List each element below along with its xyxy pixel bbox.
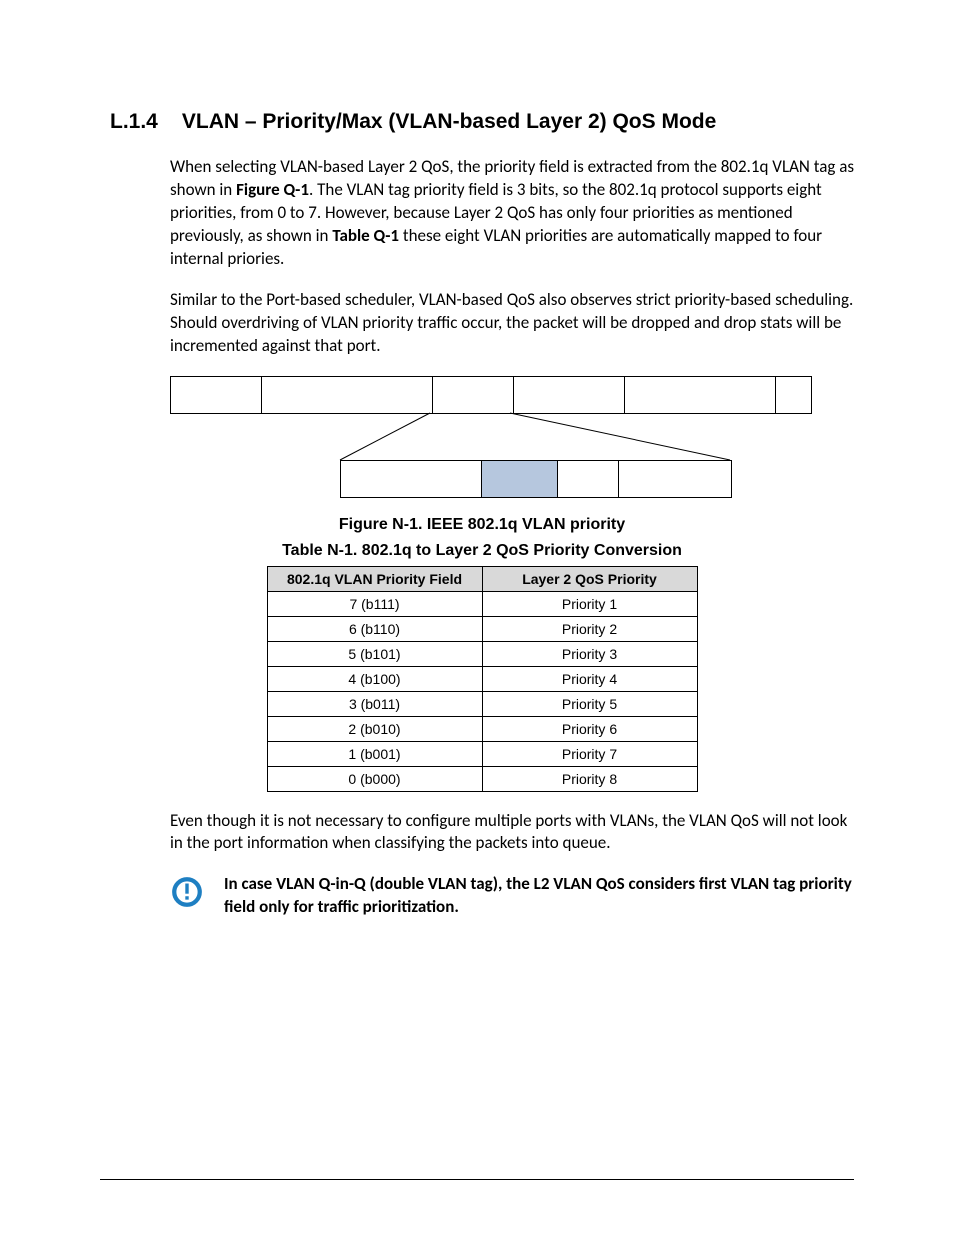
footer-divider — [100, 1179, 854, 1180]
table-row: 4 (b100)Priority 4 — [267, 666, 697, 691]
table-cell: Priority 7 — [482, 741, 697, 766]
note-text: In case VLAN Q-in-Q (double VLAN tag), t… — [224, 873, 854, 919]
table-header-cell: Layer 2 QoS Priority — [482, 566, 697, 591]
table-row: 2 (b010)Priority 6 — [267, 716, 697, 741]
figure-top-row — [170, 376, 812, 414]
table-cell: 6 (b110) — [267, 616, 482, 641]
table-row: 1 (b001)Priority 7 — [267, 741, 697, 766]
figure-cell — [171, 377, 262, 413]
body-content: When selecting VLAN-based Layer 2 QoS, t… — [170, 156, 854, 358]
table-cell: Priority 1 — [482, 591, 697, 616]
table-cell: Priority 6 — [482, 716, 697, 741]
table-cell: 2 (b010) — [267, 716, 482, 741]
table-cell: Priority 8 — [482, 766, 697, 791]
section-title: VLAN – Priority/Max (VLAN-based Layer 2)… — [182, 110, 716, 134]
info-icon — [170, 875, 204, 909]
paragraph-2: Similar to the Port-based scheduler, VLA… — [170, 289, 854, 358]
table-cell: Priority 2 — [482, 616, 697, 641]
paragraph-3: Even though it is not necessary to confi… — [170, 810, 854, 856]
figure-cell — [514, 377, 625, 413]
figure-reference: Figure Q-1 — [236, 179, 309, 200]
table-caption: Table N-1. 802.1q to Layer 2 QoS Priorit… — [110, 542, 854, 560]
note-block: In case VLAN Q-in-Q (double VLAN tag), t… — [170, 873, 854, 919]
paragraph-1: When selecting VLAN-based Layer 2 QoS, t… — [170, 156, 854, 271]
table-row: 6 (b110)Priority 2 — [267, 616, 697, 641]
table-cell: 1 (b001) — [267, 741, 482, 766]
figure-bottom-row — [340, 460, 732, 498]
table-cell: 3 (b011) — [267, 691, 482, 716]
table-row: 3 (b011)Priority 5 — [267, 691, 697, 716]
table-row: 0 (b000)Priority 8 — [267, 766, 697, 791]
section-heading: L.1.4 VLAN – Priority/Max (VLAN-based La… — [110, 110, 854, 134]
table-row: 5 (b101)Priority 3 — [267, 641, 697, 666]
figure-cell — [625, 377, 776, 413]
priority-conversion-table: 802.1q VLAN Priority Field Layer 2 QoS P… — [267, 566, 698, 792]
table-header-cell: 802.1q VLAN Priority Field — [267, 566, 482, 591]
figure-cell — [558, 461, 619, 497]
figure-caption: Figure N-1. IEEE 802.1q VLAN priority — [110, 516, 854, 534]
table-header-row: 802.1q VLAN Priority Field Layer 2 QoS P… — [267, 566, 697, 591]
table-cell: 4 (b100) — [267, 666, 482, 691]
document-page: L.1.4 VLAN – Priority/Max (VLAN-based La… — [0, 0, 954, 1235]
figure-cell — [619, 461, 731, 497]
figure-cell — [262, 377, 433, 413]
body-content: Even though it is not necessary to confi… — [170, 810, 854, 856]
table-cell: Priority 4 — [482, 666, 697, 691]
figure-cell — [433, 377, 514, 413]
section-number: L.1.4 — [110, 110, 158, 134]
table-cell: Priority 5 — [482, 691, 697, 716]
table-cell: 0 (b000) — [267, 766, 482, 791]
table-cell: Priority 3 — [482, 641, 697, 666]
table-reference: Table Q-1 — [332, 225, 399, 246]
figure-cell — [776, 377, 811, 413]
figure-diagram — [170, 376, 854, 506]
table-cell: 5 (b101) — [267, 641, 482, 666]
figure-cell-highlighted — [482, 461, 558, 497]
figure-cell — [341, 461, 482, 497]
table-cell: 7 (b111) — [267, 591, 482, 616]
table-row: 7 (b111)Priority 1 — [267, 591, 697, 616]
